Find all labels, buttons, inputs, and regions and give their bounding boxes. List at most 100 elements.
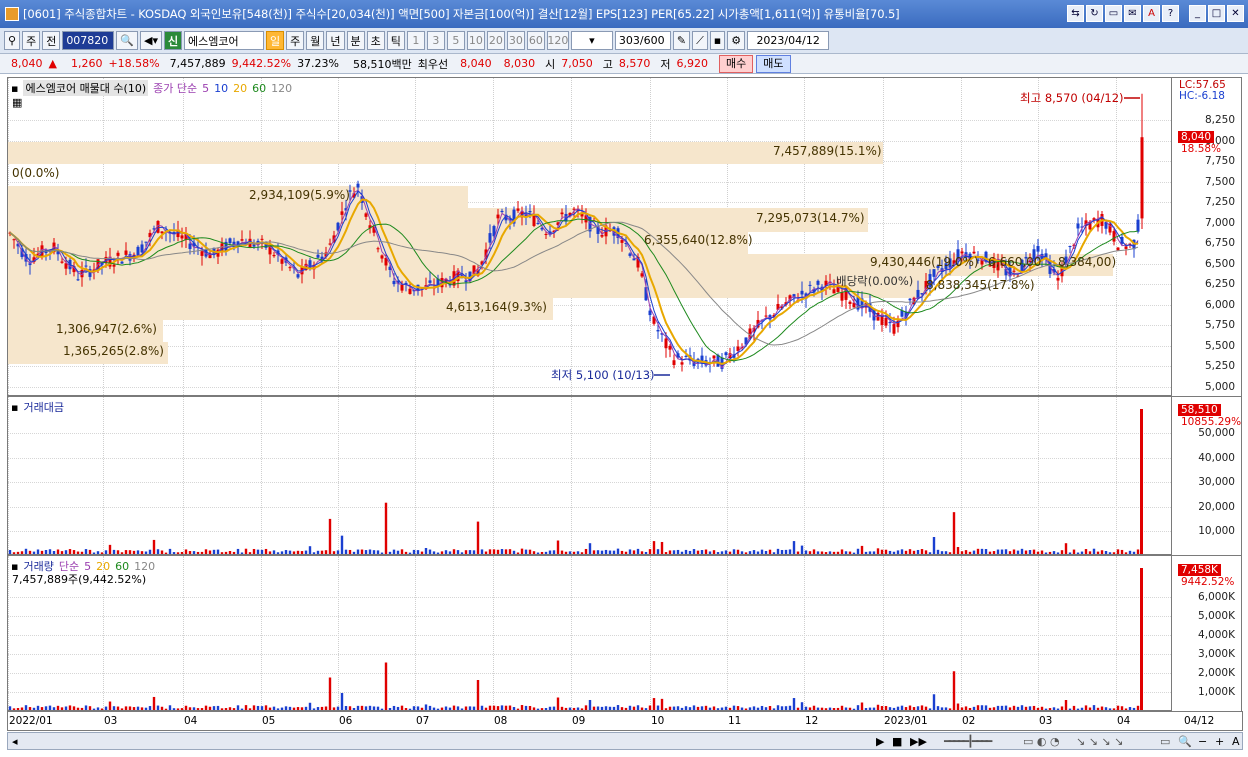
- bar: [1084, 705, 1088, 710]
- tab-tick[interactable]: 틱: [386, 31, 405, 50]
- speaker-icon[interactable]: ◀▾: [140, 31, 162, 50]
- price-panel-title[interactable]: 에스엠코어 매물대 수(10): [23, 80, 149, 96]
- candle: [1012, 270, 1016, 272]
- bar: [428, 549, 432, 554]
- bar: [276, 708, 280, 710]
- search-icon[interactable]: 🔍: [116, 31, 139, 50]
- layout-icon[interactable]: ▭: [1160, 735, 1170, 748]
- fast-forward-icon[interactable]: ▶▶: [910, 735, 927, 748]
- bar: [1052, 551, 1056, 554]
- interval-dropdown[interactable]: ▾: [570, 31, 613, 50]
- price-chart-panel[interactable]: ▪ 에스엠코어 매물대 수(10) 종가 단순 5 10 20 60 120 ▦…: [7, 77, 1172, 396]
- bar: [124, 706, 128, 710]
- interval-20[interactable]: 20: [486, 31, 505, 50]
- chart-tool-icon[interactable]: ✎: [672, 31, 691, 50]
- bar: [172, 708, 176, 710]
- interval-3[interactable]: 3: [426, 31, 445, 50]
- candle: [1112, 231, 1116, 242]
- interval-30[interactable]: 30: [506, 31, 525, 50]
- bar: [312, 708, 316, 710]
- trade-amount-panel[interactable]: ▪ 거래대금: [7, 396, 1172, 555]
- close-button[interactable]: ✕: [1227, 5, 1244, 22]
- bar: [1060, 550, 1064, 554]
- bar: [520, 548, 524, 554]
- month-label: 08: [494, 715, 508, 727]
- arrow-tools-icon[interactable]: ↘ ↘ ↘ ↘: [1076, 735, 1123, 748]
- bar: [576, 707, 580, 710]
- help-icon[interactable]: ?: [1162, 5, 1179, 22]
- settings-icon[interactable]: ⚙: [727, 31, 746, 50]
- tab-day[interactable]: 일: [266, 31, 285, 50]
- bar: [1024, 550, 1028, 554]
- stop-icon[interactable]: ■: [892, 735, 902, 748]
- minimize-button[interactable]: _: [1189, 5, 1206, 22]
- bar: [464, 706, 468, 710]
- maximize-button[interactable]: □: [1208, 5, 1225, 22]
- scroll-left-icon[interactable]: ◂: [12, 735, 18, 748]
- zoom-out-icon[interactable]: −: [1198, 735, 1207, 748]
- bar: [708, 551, 712, 554]
- grid-icon[interactable]: ▦: [12, 96, 22, 109]
- bar: [1084, 549, 1088, 554]
- volume-panel[interactable]: ▪ 거래량 단순 5 20 60 120 7,457,889주(9,442.52…: [7, 555, 1172, 711]
- interval-120[interactable]: 120: [546, 31, 569, 50]
- bar: [36, 705, 40, 710]
- interval-10[interactable]: 10: [466, 31, 485, 50]
- save-icon[interactable]: ▪: [709, 31, 726, 50]
- zoom-slider[interactable]: ━━━━━┃━━━━: [944, 735, 992, 748]
- candle: [536, 222, 540, 224]
- tab-year[interactable]: 년: [326, 31, 345, 50]
- tab-minute[interactable]: 분: [346, 31, 365, 50]
- bar: [792, 541, 796, 554]
- sell-button[interactable]: 매도: [756, 54, 791, 73]
- line-tool-icon[interactable]: ⟋: [692, 31, 708, 50]
- draw-tools-icon[interactable]: ▭ ◐ ◔: [1023, 735, 1060, 748]
- chart-navigator[interactable]: ◂ ▶ ■ ▶▶ ━━━━━┃━━━━ ▭ ◐ ◔ ↘ ↘ ↘ ↘ ▭ 🔍 − …: [7, 732, 1243, 750]
- refresh-icon[interactable]: ↻: [1086, 5, 1103, 22]
- bar: [784, 549, 788, 554]
- bar: [824, 708, 828, 710]
- period-type-select[interactable]: 주: [22, 31, 41, 50]
- bar: [244, 548, 248, 554]
- bar: [188, 707, 192, 710]
- amount-tick: 20,000: [1198, 500, 1235, 513]
- zoom-in-icon[interactable]: +: [1215, 735, 1224, 748]
- prev-button[interactable]: 전: [42, 31, 61, 50]
- bar: [148, 706, 152, 710]
- bar: [1056, 708, 1060, 710]
- bar: [160, 550, 164, 554]
- bar: [120, 708, 124, 710]
- page-counter[interactable]: 303/600: [614, 31, 671, 50]
- interval-5[interactable]: 5: [446, 31, 465, 50]
- candle: [488, 233, 492, 243]
- price-panel-legend: ▪ 에스엠코어 매물대 수(10) 종가 단순 5 10 20 60 120: [11, 80, 292, 96]
- bar: [316, 550, 320, 554]
- link-icon[interactable]: ⇆: [1067, 5, 1084, 22]
- pin-icon[interactable]: ⚲: [4, 31, 21, 50]
- send-icon[interactable]: ✉: [1124, 5, 1141, 22]
- bar: [788, 549, 792, 554]
- scroll-right-icon[interactable]: ▶: [876, 735, 884, 748]
- buy-button[interactable]: 매수: [719, 54, 754, 73]
- date-input[interactable]: 2023/04/12: [747, 31, 830, 50]
- bar: [380, 552, 384, 554]
- bar: [768, 706, 772, 710]
- bar: [876, 548, 880, 554]
- bar: [760, 549, 764, 554]
- zoom-icon[interactable]: 🔍: [1178, 735, 1192, 748]
- bar: [872, 707, 876, 710]
- tab-second[interactable]: 초: [366, 31, 385, 50]
- tab-week[interactable]: 주: [286, 31, 305, 50]
- font-icon[interactable]: A: [1143, 5, 1160, 22]
- interval-60[interactable]: 60: [526, 31, 545, 50]
- bar: [164, 552, 168, 554]
- profile-label: 2,934,109(5.9%): [249, 188, 350, 202]
- window-icon[interactable]: ▭: [1105, 5, 1122, 22]
- stock-code-input[interactable]: 007820: [62, 31, 115, 50]
- font-size-icon[interactable]: A: [1232, 735, 1240, 748]
- bar: [336, 706, 340, 710]
- candle: [1136, 219, 1140, 232]
- tab-month[interactable]: 월: [306, 31, 325, 50]
- bar: [924, 550, 928, 554]
- interval-1[interactable]: 1: [406, 31, 425, 50]
